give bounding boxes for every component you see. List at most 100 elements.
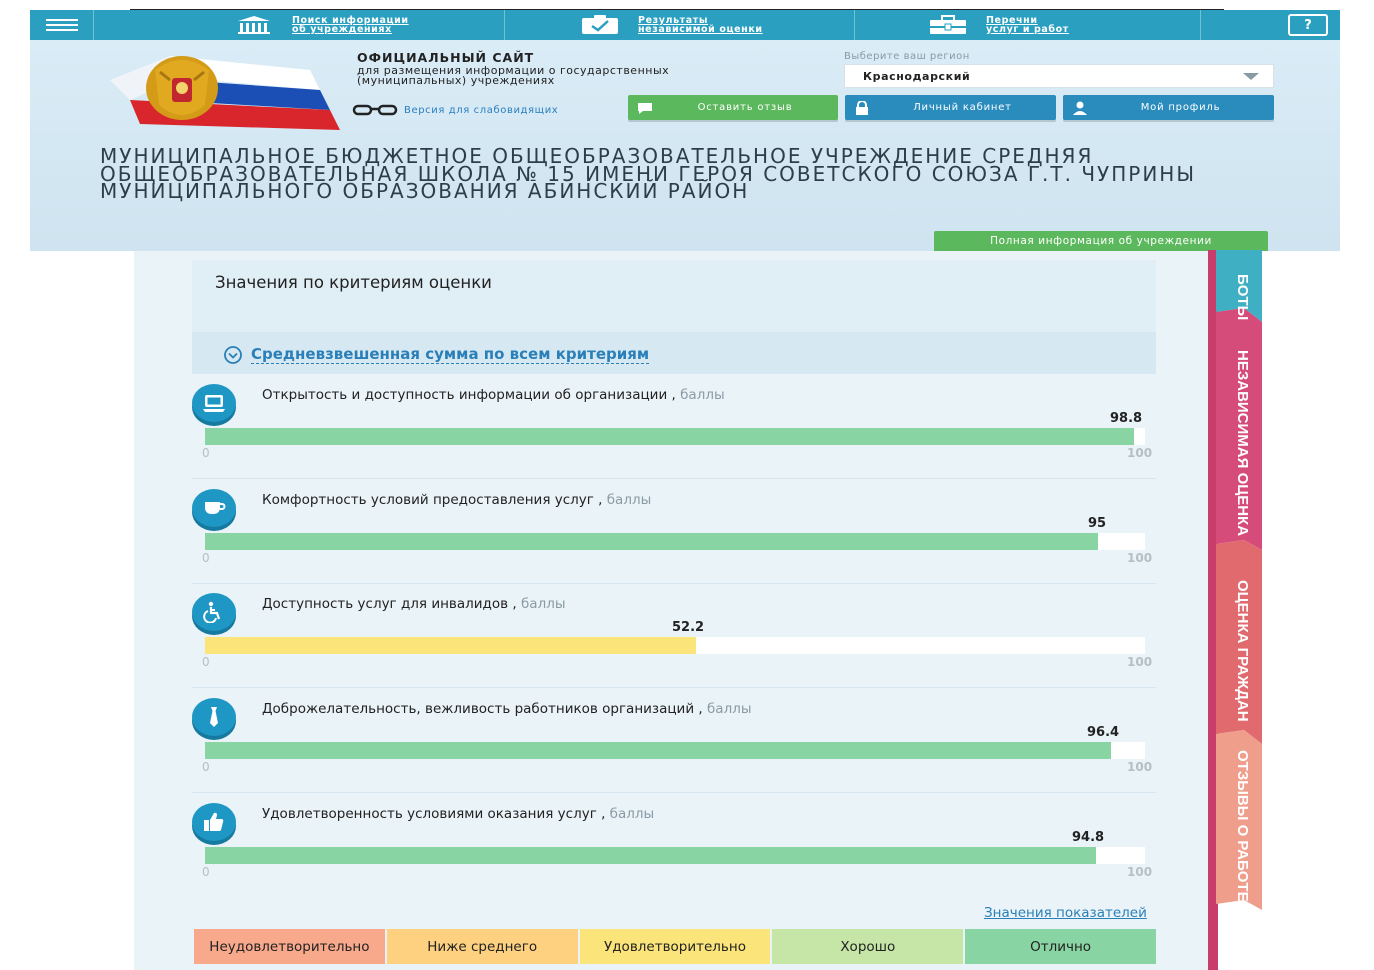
criterion-title: Удовлетворенность условиями оказания усл…: [262, 806, 597, 822]
progress-fill: [205, 533, 1098, 550]
criterion-row: Доброжелательность, вежливость работнико…: [192, 689, 1156, 793]
full-info-button[interactable]: Полная информация об учреждении: [934, 231, 1268, 251]
criterion-unit: баллы: [520, 596, 566, 612]
nav-divider: [854, 10, 855, 40]
tab-works-label: БОТЫ: [1234, 274, 1251, 320]
region-label: Выберите ваш регион: [844, 51, 970, 62]
side-tabs-ribbon: БОТЫ НЕЗАВИСИМАЯ ОЦЕНКА ОЦЕНКА ГРАЖДАН О…: [1208, 250, 1262, 970]
criterion-value: 96.4: [1087, 725, 1120, 740]
axis-min: 0: [202, 760, 210, 774]
lock-icon: [845, 100, 879, 115]
panel-title: Значения по критериям оценки: [215, 273, 492, 292]
user-icon: [1063, 101, 1097, 115]
feedback-button[interactable]: Оставить отзыв: [628, 95, 838, 120]
region-select[interactable]: Краснодарский: [844, 64, 1274, 88]
glasses-icon: [352, 104, 398, 116]
site-header: Поиск информации об учреждениях Результат…: [30, 10, 1340, 251]
chevron-circle-icon: [224, 346, 242, 364]
axis-min: 0: [202, 865, 210, 879]
low-vision-text: Версия для слабовидящих: [404, 104, 559, 116]
criterion-row: Удовлетворенность условиями оказания усл…: [192, 794, 1156, 898]
thumbs-up-icon: [192, 803, 236, 841]
clipboard-check-icon: [580, 15, 620, 35]
nav-divider: [504, 10, 505, 40]
criterion-title: Открытость и доступность информации об о…: [262, 387, 668, 403]
axis-min: 0: [202, 446, 210, 460]
criterion-label: Комфортность условий предоставления услу…: [262, 492, 652, 508]
top-decorative-line: [130, 0, 1224, 10]
profile-button[interactable]: Мой профиль: [1063, 95, 1274, 120]
axis-max: 100: [1127, 760, 1153, 774]
organization-name: МУНИЦИПАЛЬНОЕ БЮДЖЕТНОЕ ОБЩЕОБРАЗОВАТЕЛЬ…: [100, 144, 1196, 203]
weighted-sum-toggle[interactable]: Средневзвешенная сумма по всем критериям: [223, 345, 650, 365]
region-value: Краснодарский: [863, 69, 971, 83]
criterion-value: 52.2: [672, 620, 705, 635]
progress-fill: [205, 742, 1111, 759]
legend-item-good: Хорошо: [772, 929, 964, 964]
tab-reviews-label: ОТЗЫВЫ О РАБОТЕ: [1234, 750, 1251, 902]
criterion-row: Комфортность условий предоставления услу…: [192, 480, 1156, 584]
legend-item-unsatisfactory: Неудовлетворительно: [194, 929, 385, 964]
axis-max: 100: [1127, 551, 1153, 565]
indicators-link[interactable]: Значения показателей: [984, 905, 1147, 921]
site-subtitle: для размещения информации о государствен…: [357, 64, 670, 87]
chat-bubble-icon: [628, 101, 662, 115]
tab-independent-label: НЕЗАВИСИМАЯ ОЦЕНКА: [1234, 350, 1251, 536]
top-navbar: Поиск информации об учреждениях Результат…: [30, 10, 1340, 40]
criterion-title: Доступность услуг для инвалидов: [262, 596, 509, 612]
cup-icon: [192, 489, 236, 527]
nav-lists-line2: услуг и работ: [986, 24, 1069, 35]
russia-flag-emblem: [110, 50, 340, 130]
criterion-label: Открытость и доступность информации об о…: [262, 387, 725, 403]
nav-search[interactable]: Поиск информации об учреждениях: [234, 10, 409, 40]
low-vision-link[interactable]: Версия для слабовидящих: [352, 104, 558, 116]
building-icon: [234, 15, 274, 35]
criterion-value: 98.8: [1110, 411, 1143, 426]
progress-fill: [205, 637, 696, 654]
criteria-panel-header: [192, 260, 1156, 332]
hamburger-icon: [45, 19, 78, 31]
criterion-value: 94.8: [1072, 830, 1105, 845]
progress-fill: [205, 428, 1134, 445]
criterion-value: 95: [1088, 516, 1107, 531]
legend-item-excellent: Отлично: [965, 929, 1156, 964]
cabinet-button[interactable]: Личный кабинет: [845, 95, 1056, 120]
chevron-down-icon: [1243, 73, 1259, 80]
criterion-row: Доступность услуг для инвалидов , баллы …: [192, 584, 1156, 688]
monitor-icon: [192, 384, 236, 422]
tab-citizen-label: ОЦЕНКА ГРАЖДАН: [1234, 580, 1251, 722]
legend-item-satisfactory: Удовлетворительно: [579, 929, 771, 964]
axis-min: 0: [202, 655, 210, 669]
criterion-row: Открытость и доступность информации об о…: [192, 375, 1156, 479]
criterion-unit: баллы: [609, 806, 655, 822]
criterion-title: Доброжелательность, вежливость работнико…: [262, 701, 695, 717]
help-icon: ?: [1304, 17, 1312, 33]
legend-item-below-average: Ниже среднего: [386, 929, 578, 964]
nav-search-line2: об учреждениях: [292, 24, 392, 35]
nav-divider: [1200, 10, 1201, 40]
criterion-label: Доброжелательность, вежливость работнико…: [262, 701, 752, 717]
axis-max: 100: [1127, 446, 1153, 460]
cabinet-button-label: Личный кабинет: [913, 102, 1012, 113]
weighted-sum-label: Средневзвешенная сумма по всем критериям: [251, 345, 650, 364]
axis-max: 100: [1127, 865, 1153, 879]
axis-max: 100: [1127, 655, 1153, 669]
progress-fill: [205, 847, 1096, 864]
help-button[interactable]: ?: [1288, 14, 1328, 36]
criterion-label: Доступность услуг для инвалидов , баллы: [262, 596, 566, 612]
nav-lists[interactable]: Перечни услуг и работ: [928, 10, 1069, 40]
nav-results[interactable]: Результаты независимой оценки: [580, 10, 763, 40]
criterion-unit: баллы: [680, 387, 725, 403]
menu-button[interactable]: [30, 10, 94, 40]
axis-min: 0: [202, 551, 210, 565]
criterion-unit: баллы: [606, 492, 652, 508]
site-title: ОФИЦИАЛЬНЫЙ САЙТ: [357, 50, 535, 65]
briefcase-icon: [928, 15, 968, 35]
feedback-button-label: Оставить отзыв: [697, 102, 793, 113]
tie-icon: [192, 698, 236, 736]
criterion-unit: баллы: [706, 701, 752, 717]
criterion-title: Комфортность условий предоставления услу…: [262, 492, 594, 508]
profile-button-label: Мой профиль: [1140, 102, 1221, 113]
criterion-label: Удовлетворенность условиями оказания усл…: [262, 806, 655, 822]
nav-results-line2: независимой оценки: [638, 24, 763, 35]
